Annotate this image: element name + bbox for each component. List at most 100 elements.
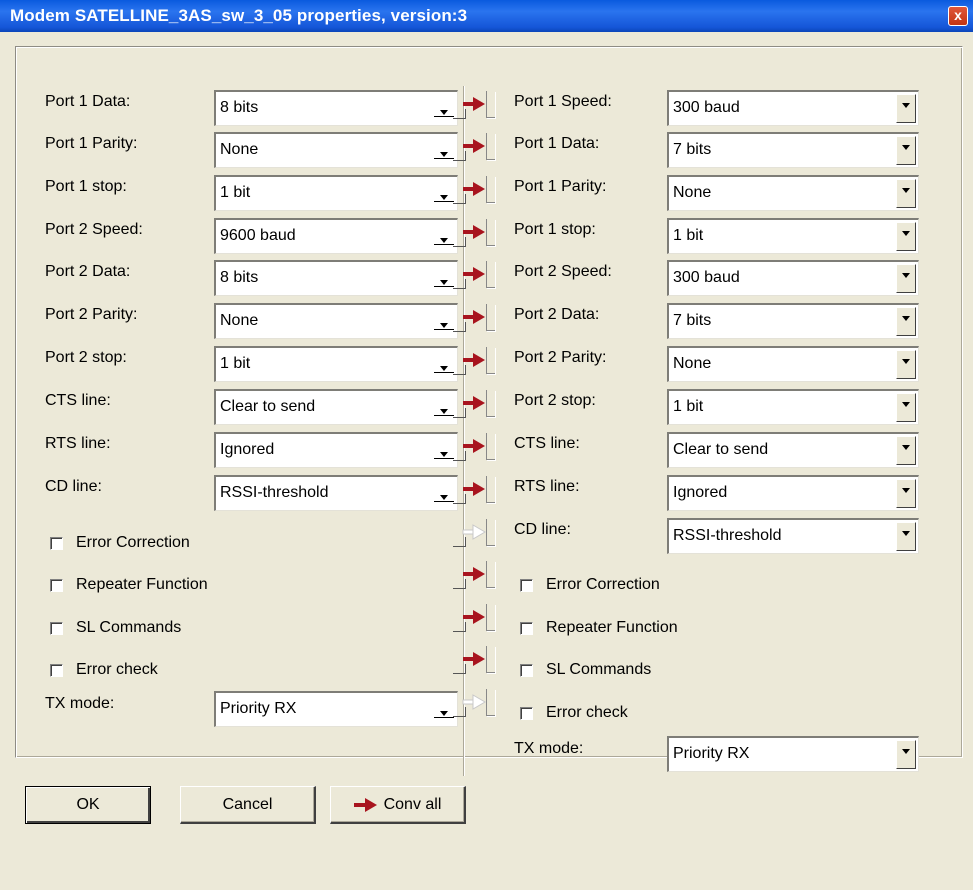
right-label: CD line:: [514, 521, 571, 538]
left-combo[interactable]: 8 bits: [214, 260, 458, 296]
right-combo[interactable]: 1 bit: [667, 218, 919, 254]
right-combo[interactable]: Clear to send: [667, 432, 919, 468]
chevron-down-icon[interactable]: [896, 393, 916, 422]
left-checkbox[interactable]: [50, 622, 63, 635]
convert-button-frame: [486, 433, 495, 460]
right-label: TX mode:: [514, 740, 584, 757]
convert-button[interactable]: [448, 345, 498, 375]
left-combo[interactable]: 1 bit: [214, 346, 458, 382]
left-combo[interactable]: 9600 baud: [214, 218, 458, 254]
convert-button[interactable]: [448, 559, 498, 589]
combo-value: 1 bit: [673, 227, 704, 244]
right-combo[interactable]: 300 baud: [667, 90, 919, 126]
left-label: Port 2 Speed:: [45, 221, 143, 238]
red-right-arrow-icon: [463, 97, 485, 111]
red-right-arrow-icon: [463, 567, 485, 581]
right-combo[interactable]: Priority RX: [667, 736, 919, 772]
convert-button[interactable]: [448, 217, 498, 247]
ok-button-label: OK: [76, 796, 100, 813]
left-checkbox[interactable]: [50, 664, 63, 677]
convert-button[interactable]: [448, 687, 498, 717]
chevron-down-icon[interactable]: [896, 350, 916, 379]
convert-button[interactable]: [448, 302, 498, 332]
convert-button[interactable]: [448, 474, 498, 504]
chevron-down-icon[interactable]: [896, 264, 916, 293]
left-checkbox-label: Error check: [76, 661, 158, 678]
right-combo[interactable]: 1 bit: [667, 389, 919, 425]
right-label: Port 1 Data:: [514, 135, 600, 152]
right-combo[interactable]: RSSI-threshold: [667, 518, 919, 554]
combo-value: 7 bits: [673, 141, 712, 158]
convert-button[interactable]: [448, 174, 498, 204]
chevron-down-icon[interactable]: [896, 222, 916, 251]
combo-value: Clear to send: [673, 441, 769, 458]
left-combo[interactable]: Priority RX: [214, 691, 458, 727]
close-button[interactable]: x: [948, 6, 968, 26]
conv-all-button[interactable]: Conv all: [330, 786, 466, 824]
combo-value: 300 baud: [673, 99, 740, 116]
left-combo[interactable]: Clear to send: [214, 389, 458, 425]
combo-value: 1 bit: [220, 184, 251, 201]
close-icon: x: [954, 7, 962, 23]
convert-button[interactable]: [448, 602, 498, 632]
convert-button[interactable]: [448, 517, 498, 547]
convert-button-frame: [486, 476, 495, 503]
chevron-down-icon[interactable]: [896, 136, 916, 165]
right-combo[interactable]: None: [667, 346, 919, 382]
convert-button[interactable]: [448, 131, 498, 161]
chevron-down-icon[interactable]: [896, 94, 916, 123]
right-checkbox[interactable]: [520, 622, 533, 635]
left-label: CD line:: [45, 478, 102, 495]
right-label: RTS line:: [514, 478, 580, 495]
left-combo[interactable]: RSSI-threshold: [214, 475, 458, 511]
convert-button[interactable]: [448, 89, 498, 119]
red-right-arrow-icon: [463, 267, 485, 281]
left-combo[interactable]: None: [214, 132, 458, 168]
title-bar[interactable]: Modem SATELLINE_3AS_sw_3_05 properties, …: [0, 0, 973, 32]
left-label: Port 1 stop:: [45, 178, 127, 195]
convert-button[interactable]: [448, 259, 498, 289]
ok-button[interactable]: OK: [25, 786, 151, 824]
right-checkbox[interactable]: [520, 579, 533, 592]
left-label: Port 2 Data:: [45, 263, 131, 280]
combo-value: 1 bit: [673, 398, 704, 415]
convert-button[interactable]: [448, 644, 498, 674]
left-checkbox[interactable]: [50, 537, 63, 550]
left-combo[interactable]: 8 bits: [214, 90, 458, 126]
convert-button[interactable]: [448, 388, 498, 418]
chevron-down-icon[interactable]: [896, 522, 916, 551]
convert-button-frame: [486, 604, 495, 631]
right-combo[interactable]: 300 baud: [667, 260, 919, 296]
convert-button-frame: [486, 219, 495, 246]
left-combo[interactable]: None: [214, 303, 458, 339]
left-label: Port 1 Parity:: [45, 135, 138, 152]
left-combo[interactable]: Ignored: [214, 432, 458, 468]
combo-value: Ignored: [220, 441, 275, 458]
left-combo[interactable]: 1 bit: [214, 175, 458, 211]
right-label: Port 2 stop:: [514, 392, 596, 409]
red-right-arrow-icon: [463, 182, 485, 196]
convert-button-frame: [486, 261, 495, 288]
chevron-down-icon[interactable]: [896, 479, 916, 508]
combo-value: 8 bits: [220, 99, 259, 116]
combo-value: None: [673, 184, 712, 201]
chevron-down-icon[interactable]: [896, 307, 916, 336]
right-combo[interactable]: None: [667, 175, 919, 211]
combo-value: None: [220, 141, 259, 158]
cancel-button[interactable]: Cancel: [180, 786, 316, 824]
left-label: RTS line:: [45, 435, 111, 452]
right-combo[interactable]: Ignored: [667, 475, 919, 511]
left-label: Port 1 Data:: [45, 93, 131, 110]
combo-value: None: [220, 312, 259, 329]
left-checkbox[interactable]: [50, 579, 63, 592]
chevron-down-icon[interactable]: [896, 436, 916, 465]
chevron-down-icon[interactable]: [896, 740, 916, 769]
convert-button[interactable]: [448, 431, 498, 461]
right-checkbox[interactable]: [520, 664, 533, 677]
red-right-arrow-icon: [463, 439, 485, 453]
chevron-down-icon[interactable]: [896, 179, 916, 208]
right-checkbox[interactable]: [520, 707, 533, 720]
left-checkbox-label: Repeater Function: [76, 576, 208, 593]
right-combo[interactable]: 7 bits: [667, 303, 919, 339]
right-combo[interactable]: 7 bits: [667, 132, 919, 168]
